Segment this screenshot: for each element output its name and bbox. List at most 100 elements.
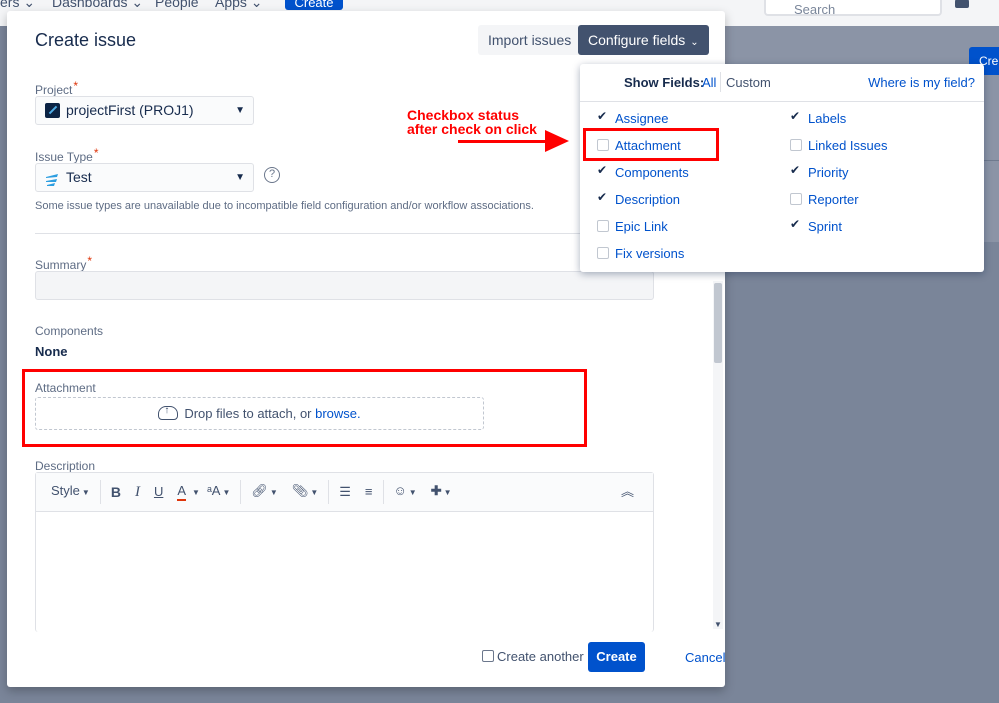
components-label: Components [35,324,104,338]
dialog-title: Create issue [35,30,137,50]
bold-button[interactable]: B [104,481,128,503]
required-marker: * [73,79,79,93]
attachment-toolbar-button[interactable]: 📎︎ ▼ [285,480,325,504]
issue-type-hint: Some issue types are unavailable due to … [35,200,534,212]
field-toggle-linked-issues[interactable]: Linked Issues [790,138,888,153]
summary-label: Summary* [35,254,92,272]
paperclip-icon: 📎︎ [291,483,309,498]
nav-item-people[interactable]: People [155,0,199,10]
chevron-down-icon: ▼ [443,488,452,497]
field-toggle-reporter[interactable]: Reporter [790,192,859,207]
notification-bell-icon[interactable] [955,0,969,8]
issue-type-label-text: Issue Type [35,150,93,164]
chevron-down-icon: ▼ [310,488,319,497]
show-all-link[interactable]: All [702,75,716,90]
issue-type-select[interactable]: Test ▼ [35,163,254,192]
field-toggle-fix-versions[interactable]: Fix versions [597,246,685,261]
scrollbar-thumb[interactable] [714,283,722,363]
help-icon[interactable]: ? [264,167,280,183]
text-color-button[interactable]: A [177,483,187,501]
configure-fields-button[interactable]: Configure fields ⌄ [578,25,709,55]
where-is-my-field-link[interactable]: Where is my field? [868,75,975,90]
field-toggle-label: Epic Link [615,219,668,234]
field-toggle-label: Fix versions [615,246,685,261]
issue-type-label: Issue Type* [35,146,99,164]
checkbox-unchecked-icon[interactable] [597,220,609,232]
checkbox-checked-icon[interactable] [790,109,802,124]
checkbox-checked-icon[interactable] [597,190,609,205]
field-toggle-label: Description [615,192,681,207]
collapse-toolbar-button[interactable]: ︽ [614,481,641,503]
link-button[interactable]: 🔗︎ ▼ [244,480,284,504]
text-size-button[interactable]: ᵃA ▼ [200,480,237,504]
checkbox-checked-icon[interactable] [790,163,802,178]
bullet-list-button[interactable]: ☰ [332,481,358,503]
emoji-icon: ☺ [393,483,407,498]
popup-header: Show Fields: All Custom Where is my fiel… [580,64,984,102]
nav-item-filters[interactable]: ers ⌄ [0,0,35,11]
cancel-button[interactable]: Cancel [685,650,725,665]
show-custom-link[interactable]: Custom [726,75,771,90]
summary-input[interactable] [35,271,654,300]
field-toggle-labels[interactable]: Labels [790,109,846,126]
checkbox-checked-icon[interactable] [790,217,802,232]
checkbox-checked-icon[interactable] [597,163,609,178]
field-toggle-label: Reporter [808,192,859,207]
components-value: None [35,344,68,359]
toolbar-separator [328,480,330,504]
emoji-button[interactable]: ☺ ▼ [387,480,424,504]
annotation-highlight-attachment-field [22,369,587,447]
configure-fields-label: Configure fields [588,32,686,48]
checkbox-checked-icon[interactable] [597,109,609,124]
numbered-list-button[interactable]: ≡ [358,481,380,503]
field-toggle-assignee[interactable]: Assignee [597,109,669,126]
chevron-down-icon: ▼ [408,488,417,497]
required-marker: * [87,254,93,268]
chevron-down-icon: ▼ [81,488,90,497]
numbered-list-icon: ≡ [364,484,373,499]
text-size-label: ᵃA [206,483,221,498]
chevron-down-icon: ▼ [269,488,278,497]
field-toggle-epic-link[interactable]: Epic Link [597,219,668,234]
field-toggle-priority[interactable]: Priority [790,163,848,180]
chevron-down-icon[interactable]: ▼ [192,488,200,497]
style-dropdown[interactable]: Style ▼ [44,480,97,504]
checkbox-unchecked-icon[interactable] [597,247,609,259]
underline-button[interactable]: U [147,481,170,503]
dialog-scrollbar[interactable]: ▼ [713,281,723,629]
italic-button[interactable]: I [128,481,147,503]
chevron-up-icon: ︽ [620,484,634,499]
checkbox-unchecked-icon[interactable] [790,193,802,205]
toolbar-separator [240,480,242,504]
chevron-down-icon: ⌄ [690,37,699,48]
field-toggle-label: Sprint [808,219,842,234]
insert-more-button[interactable]: ✚ ▼ [424,480,459,504]
nav-item-dashboards[interactable]: Dashboards ⌄ [52,0,143,11]
create-button[interactable]: Create [588,642,645,672]
show-fields-label: Show Fields: [624,75,705,90]
create-another-checkbox[interactable]: Create another [482,649,584,664]
chevron-down-icon: ▼ [235,172,245,183]
field-toggle-description[interactable]: Description [597,190,681,207]
description-editor: Style ▼ B I U A ▼ ᵃA ▼ 🔗︎ ▼ 📎︎ ▼ ☰ ≡ ☺ ▼ ✚ ▼ ︽ [35,472,654,632]
bullet-list-icon: ☰ [339,484,351,499]
checkbox-unchecked-icon[interactable] [790,139,802,151]
annotation-arrowhead-icon [545,130,569,152]
project-select[interactable]: projectFirst (PROJ1) ▼ [35,96,254,125]
nav-item-apps[interactable]: Apps ⌄ [215,0,263,11]
scroll-down-arrow-icon[interactable]: ▼ [713,620,723,629]
import-issues-button[interactable]: Import issues [478,25,582,55]
style-dropdown-label: Style [51,483,80,498]
checkbox-unchecked-icon[interactable] [482,650,494,662]
required-marker: * [93,146,99,160]
field-toggle-label: Components [615,165,689,180]
toolbar-separator [382,480,384,504]
nav-create-button[interactable]: Create [285,0,343,10]
field-toggle-sprint[interactable]: Sprint [790,217,842,234]
toolbar-separator [99,480,101,504]
create-another-label: Create another [497,649,584,664]
field-toggle-label: Assignee [615,111,669,126]
nav-search-input[interactable]: Search [764,0,942,17]
field-toggle-components[interactable]: Components [597,163,689,180]
section-divider [35,233,655,234]
